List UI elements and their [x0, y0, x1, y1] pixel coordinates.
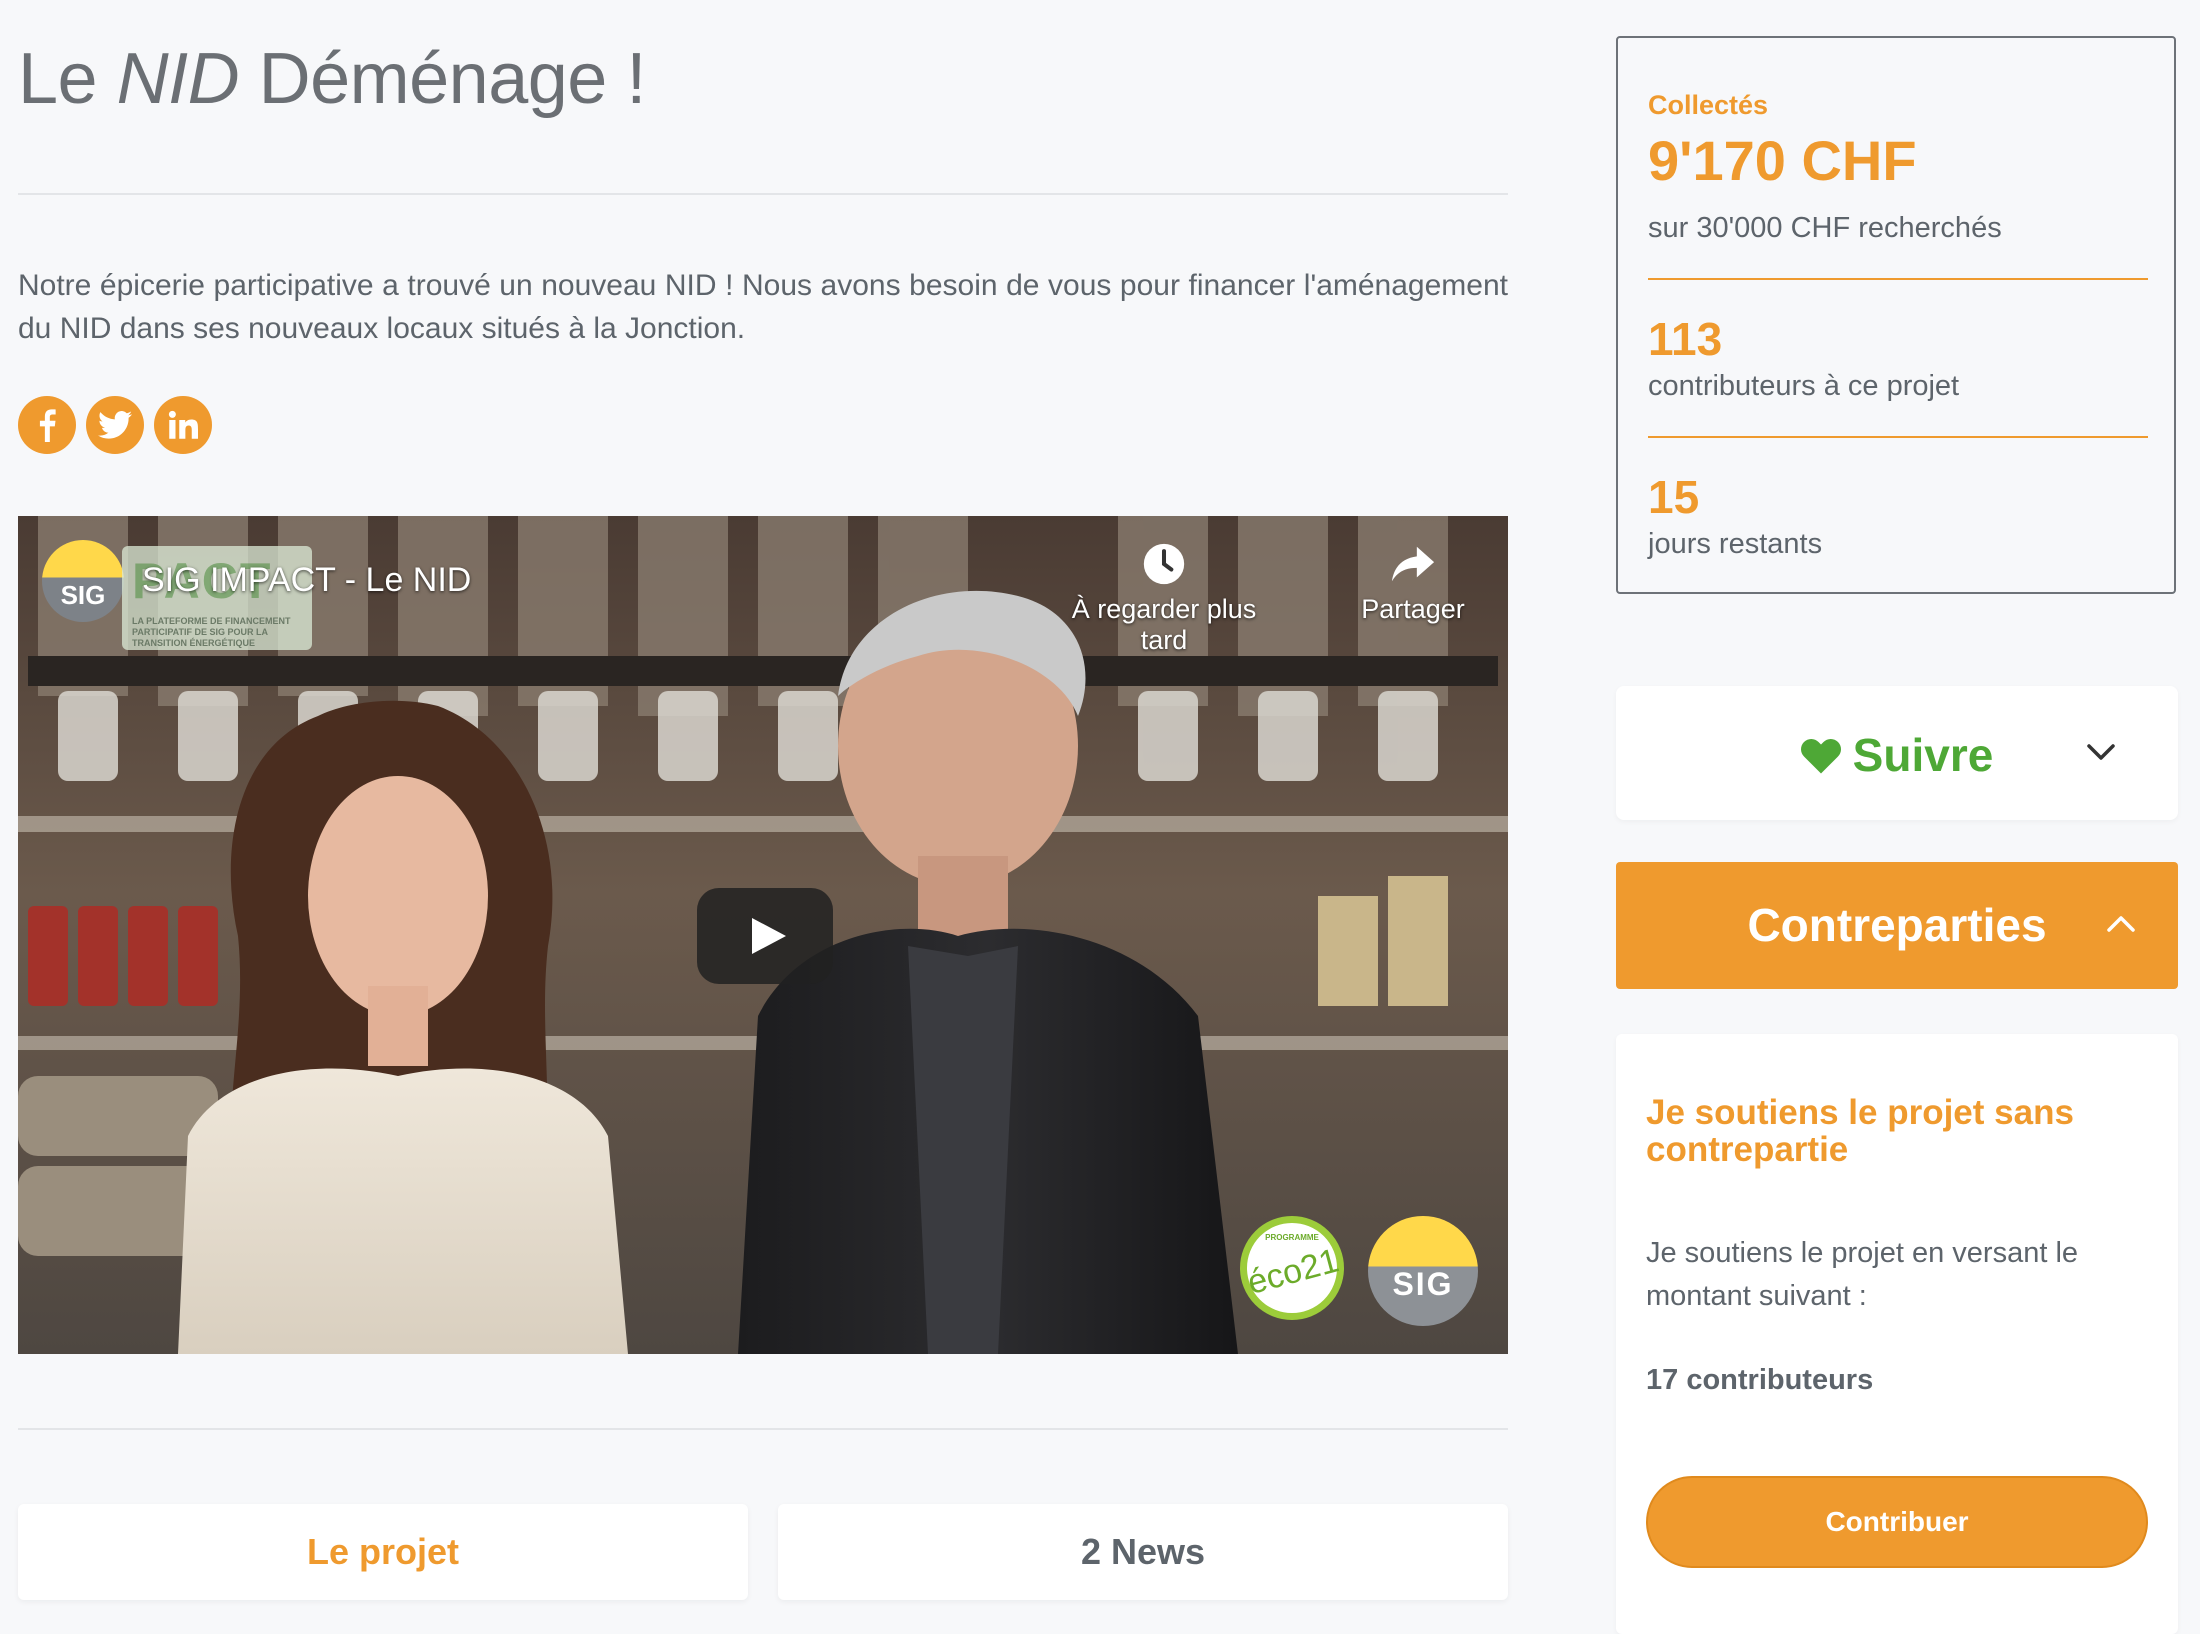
reward-card: Je soutiens le projet sans contrepartie …: [1616, 1034, 2178, 1634]
funding-stats: Collectés 9'170 CHF sur 30'000 CHF reche…: [1616, 36, 2176, 594]
channel-logo-text: SIG: [60, 580, 106, 610]
watch-later-label: À regarder plus tard: [1071, 594, 1257, 655]
twitter-icon: [98, 411, 132, 439]
funding-goal: sur 30'000 CHF recherchés: [1648, 212, 2002, 244]
contribute-button-label: Contribuer: [1825, 1506, 1969, 1537]
eco21-badge: PROGRAMME éco21: [1240, 1216, 1344, 1320]
tab-project-label: Le projet: [306, 1531, 459, 1572]
rewards-label: Contreparties: [1747, 899, 2047, 951]
stats-divider: [1648, 278, 2148, 280]
contributors-count: 113: [1648, 313, 1723, 365]
watch-later-button[interactable]: À regarder plus tard: [1064, 542, 1264, 656]
collected-label: Collectés: [1648, 90, 1769, 120]
title-italic: NID: [116, 39, 240, 119]
facebook-share-button[interactable]: [18, 396, 76, 454]
contributors-label: contributeurs à ce projet: [1648, 370, 1960, 402]
tab-project[interactable]: Le projet: [18, 1504, 748, 1600]
page-title: Le NID Déménage !: [18, 38, 646, 120]
eco21-badge-small: PROGRAMME: [1265, 1233, 1319, 1242]
impact-tagline: LA PLATEFORME DE FINANCEMENT PARTICIPATI…: [132, 616, 291, 648]
title-prefix: Le: [18, 39, 117, 119]
play-icon[interactable]: [697, 888, 833, 984]
twitter-share-button[interactable]: [86, 396, 144, 454]
contribute-button[interactable]: Contribuer: [1646, 1476, 2148, 1568]
stats-divider: [1648, 436, 2148, 438]
chevron-up-icon[interactable]: [2106, 914, 2136, 934]
follow-label: Suivre: [1852, 729, 1994, 781]
chevron-down-icon[interactable]: [2086, 742, 2116, 762]
share-video-button[interactable]: Partager: [1348, 542, 1478, 625]
facebook-icon: [39, 409, 56, 442]
video-player[interactable]: SIG PACT LA PLATEFORME DE FINANCEMENT PA…: [18, 516, 1508, 1354]
sig-badge: SIG: [1368, 1216, 1478, 1326]
video-divider: [18, 1428, 1508, 1430]
tab-news-label: 2 News: [1080, 1531, 1206, 1572]
heart-icon: [1800, 739, 1841, 774]
channel-logo[interactable]: SIG: [42, 540, 124, 622]
linkedin-icon: [168, 410, 198, 439]
collected-amount: 9'170 CHF: [1648, 129, 1917, 192]
days-count: 15: [1648, 471, 1700, 523]
title-suffix: Déménage !: [239, 39, 647, 119]
sig-badge-text: SIG: [1392, 1266, 1454, 1302]
tab-news[interactable]: 2 News: [778, 1504, 1508, 1600]
days-label: jours restants: [1648, 528, 1823, 560]
clock-icon: [1143, 543, 1185, 585]
rewards-toggle[interactable]: Contreparties: [1616, 862, 2178, 989]
reward-description: Je soutiens le projet en versant le mont…: [1646, 1237, 2079, 1312]
share-label: Partager: [1361, 594, 1465, 624]
follow-button[interactable]: Suivre: [1616, 686, 2178, 820]
linkedin-share-button[interactable]: [154, 396, 212, 454]
video-title[interactable]: SIG IMPACT - Le NID: [142, 561, 471, 600]
eco21-badge-text: éco21: [1243, 1241, 1343, 1303]
title-divider: [18, 193, 1508, 195]
share-arrow-icon: [1391, 546, 1435, 582]
reward-title: Je soutiens le projet sans contrepartie: [1646, 1093, 2074, 1169]
reward-contributors: 17 contributeurs: [1646, 1364, 1874, 1396]
project-description: Notre épicerie participative a trouvé un…: [18, 269, 1508, 345]
